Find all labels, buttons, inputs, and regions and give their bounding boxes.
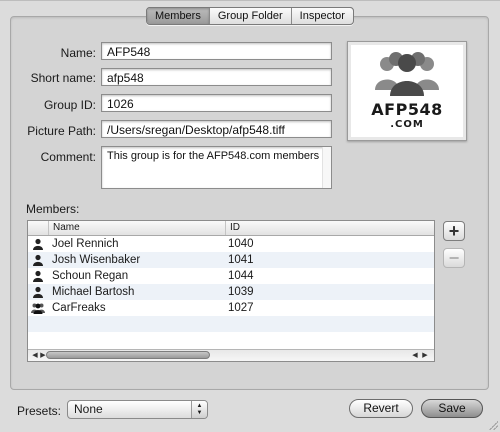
- member-name: CarFreaks: [52, 302, 106, 314]
- member-name: Schoun Regan: [52, 270, 129, 282]
- icon-column-header[interactable]: [28, 221, 49, 235]
- member-name: Josh Wisenbaker: [52, 254, 141, 266]
- comment-field[interactable]: This group is for the AFP548.com members: [101, 146, 332, 189]
- empty-row: [28, 332, 434, 348]
- tab-members-label[interactable]: Members: [147, 8, 210, 24]
- horizontal-scrollbar[interactable]: ◀ ▶ ◀ ▶: [28, 349, 434, 361]
- table-row[interactable]: Joel Rennich 1040: [28, 236, 434, 252]
- group-id-field[interactable]: 1026: [101, 94, 332, 112]
- user-icon: [28, 254, 48, 266]
- tab-group-folder-label[interactable]: Group Folder: [210, 8, 292, 24]
- scroll-left-icon-right[interactable]: ◀: [410, 350, 420, 361]
- picture-path-label: Picture Path:: [27, 124, 96, 138]
- table-row[interactable]: Michael Bartosh 1039: [28, 284, 434, 300]
- comment-label: Comment:: [40, 150, 96, 164]
- presets-value: None: [74, 402, 103, 416]
- updown-arrows-icon: ▲ ▼: [191, 401, 207, 418]
- user-icon: [28, 286, 48, 298]
- logo-text: AFP548: [371, 100, 443, 119]
- members-label: Members:: [26, 202, 80, 216]
- comment-scrollbar[interactable]: [322, 147, 331, 188]
- resize-grip-icon[interactable]: [488, 420, 498, 430]
- picture-path-field[interactable]: /Users/sregan/Desktop/afp548.tiff: [101, 120, 332, 138]
- member-id: 1027: [228, 302, 254, 314]
- member-id: 1044: [228, 270, 254, 282]
- group-picture[interactable]: AFP548 .COM: [347, 41, 467, 141]
- member-name: Joel Rennich: [52, 238, 119, 250]
- short-name-label: Short name:: [30, 71, 96, 85]
- tab-bar-overlay: Members Group Folder Inspector: [146, 7, 354, 25]
- presets-popup[interactable]: None ▲ ▼: [67, 400, 208, 419]
- member-id: 1041: [228, 254, 254, 266]
- table-row[interactable]: Schoun Regan 1044: [28, 268, 434, 284]
- id-column-header[interactable]: ID: [226, 221, 434, 235]
- scroll-thumb[interactable]: [46, 351, 210, 359]
- members-table[interactable]: Name ID Joel Rennich 1040 Josh Wisenbake…: [27, 220, 435, 362]
- user-icon: [28, 238, 48, 250]
- tab-inspector-label[interactable]: Inspector: [292, 8, 353, 24]
- short-name-field[interactable]: afp548: [101, 68, 332, 86]
- remove-member-button[interactable]: −: [443, 248, 465, 268]
- comment-text: This group is for the AFP548.com members: [107, 150, 320, 162]
- group-id-label: Group ID:: [43, 98, 96, 112]
- name-column-header[interactable]: Name: [49, 221, 226, 235]
- logo-subtext: .COM: [390, 119, 424, 130]
- people-group-icon: [375, 52, 439, 96]
- user-icon: [28, 270, 48, 282]
- revert-button[interactable]: Revert: [349, 399, 413, 418]
- table-header: Name ID: [28, 221, 434, 236]
- member-name: Michael Bartosh: [52, 286, 135, 298]
- table-row[interactable]: CarFreaks 1027: [28, 300, 434, 316]
- save-button[interactable]: Save: [421, 399, 483, 418]
- table-row[interactable]: Josh Wisenbaker 1041: [28, 252, 434, 268]
- member-id: 1039: [228, 286, 254, 298]
- empty-row: [28, 316, 434, 332]
- name-label: Name:: [60, 46, 96, 60]
- member-id: 1040: [228, 238, 254, 250]
- presets-label: Presets:: [17, 404, 62, 418]
- scroll-right-icon[interactable]: ▶: [420, 350, 430, 361]
- add-member-button[interactable]: +: [443, 221, 465, 241]
- name-field[interactable]: AFP548: [101, 42, 332, 60]
- group-editor-window: Members Group Folder Inspector Members G…: [0, 0, 500, 432]
- group-icon: [28, 302, 48, 314]
